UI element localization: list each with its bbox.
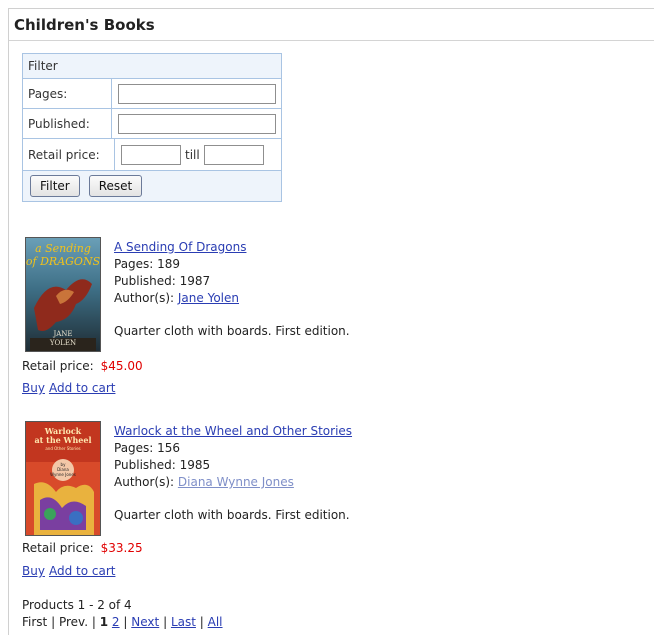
dragon-cover-art: a Sending of DRAGONS JANE YOLEN: [26, 238, 100, 351]
pager-separator: |: [91, 615, 96, 629]
price-from-input[interactable]: [121, 144, 181, 165]
pager-first: First: [22, 615, 48, 629]
filter-row-published: Published:: [23, 109, 281, 139]
product-description: Quarter cloth with boards. First edition…: [114, 324, 350, 338]
product-actions: Buy Add to cart: [22, 381, 119, 395]
svg-text:of DRAGONS: of DRAGONS: [26, 255, 100, 268]
product-authors: Author(s): Diana Wynne Jones: [114, 474, 352, 491]
products-count: Products 1 - 2 of 4: [22, 598, 132, 612]
product-published: Published: 1985: [114, 458, 211, 472]
warlock-cover-art: Warlock at the Wheel and Other Stories b…: [26, 422, 100, 535]
published-label: Published:: [23, 109, 112, 138]
pager-page-2[interactable]: 2: [112, 615, 120, 629]
filter-row-pages: Pages:: [23, 79, 281, 109]
add-to-cart-link[interactable]: Add to cart: [49, 564, 116, 578]
retail-price-label: Retail price:: [23, 139, 115, 170]
authors-label: Author(s):: [114, 475, 175, 489]
pager-prev: Prev.: [58, 615, 89, 629]
pager-separator: |: [51, 615, 56, 629]
price-value: $45.00: [100, 359, 143, 373]
book-cover-image[interactable]: Warlock at the Wheel and Other Stories b…: [25, 421, 101, 536]
product-pages: Pages: 156: [114, 441, 181, 455]
price-row: Retail price: $33.25: [22, 541, 143, 555]
retail-price-label: Retail price:: [22, 541, 94, 555]
pager-last[interactable]: Last: [171, 615, 196, 629]
pager-separator: |: [199, 615, 204, 629]
svg-text:at the Wheel: at the Wheel: [34, 435, 91, 445]
filter-row-price: Retail price: till: [23, 139, 281, 171]
product-pages: Pages: 189: [114, 257, 181, 271]
pager-current-page: 1: [99, 615, 109, 629]
svg-text:a Sending: a Sending: [35, 242, 91, 255]
product-info: A Sending Of Dragons Pages: 189 Publishe…: [114, 239, 350, 340]
published-input[interactable]: [118, 113, 276, 134]
buy-link[interactable]: Buy: [22, 564, 45, 578]
product-description: Quarter cloth with boards. First edition…: [114, 508, 350, 522]
book-cover-image[interactable]: a Sending of DRAGONS JANE YOLEN: [25, 237, 101, 352]
product-info: Warlock at the Wheel and Other Stories P…: [114, 423, 352, 524]
buy-link[interactable]: Buy: [22, 381, 45, 395]
price-row: Retail price: $45.00: [22, 359, 143, 373]
svg-text:YOLEN: YOLEN: [49, 339, 76, 347]
author-link[interactable]: Jane Yolen: [178, 291, 239, 305]
author-link[interactable]: Diana Wynne Jones: [178, 475, 294, 489]
product-title-link[interactable]: Warlock at the Wheel and Other Stories: [114, 424, 352, 438]
product-actions: Buy Add to cart: [22, 564, 119, 578]
pager-links: First | Prev. | 1 2 | Next | Last | All: [22, 614, 223, 631]
svg-text:Wynne Jones: Wynne Jones: [50, 472, 76, 477]
retail-price-label: Retail price:: [22, 359, 94, 373]
till-label: till: [185, 147, 200, 162]
product-title-link[interactable]: A Sending Of Dragons: [114, 240, 246, 254]
pagination: Products 1 - 2 of 4 First | Prev. | 1 2 …: [22, 597, 223, 631]
filter-buttons: Filter Reset: [23, 171, 281, 201]
product-authors: Author(s): Jane Yolen: [114, 290, 350, 307]
reset-button[interactable]: Reset: [88, 175, 143, 197]
filter-panel: Filter Pages: Published: Retail price: t…: [22, 53, 282, 202]
pager-separator: |: [163, 615, 168, 629]
pages-input[interactable]: [118, 83, 276, 104]
pages-label: Pages:: [23, 79, 112, 108]
pager-separator: |: [123, 615, 128, 629]
authors-label: Author(s):: [114, 291, 175, 305]
pager-all[interactable]: All: [208, 615, 223, 629]
svg-text:JANE: JANE: [52, 330, 72, 338]
title-divider: [9, 40, 654, 41]
filter-button[interactable]: Filter: [30, 175, 80, 197]
price-value: $33.25: [100, 541, 143, 555]
filter-heading: Filter: [23, 54, 281, 79]
svg-text:and Other Stories: and Other Stories: [45, 446, 80, 451]
product-published: Published: 1987: [114, 274, 211, 288]
price-to-input[interactable]: [203, 144, 264, 165]
page-title: Children's Books: [14, 16, 155, 34]
pager-next[interactable]: Next: [131, 615, 159, 629]
add-to-cart-link[interactable]: Add to cart: [49, 381, 116, 395]
